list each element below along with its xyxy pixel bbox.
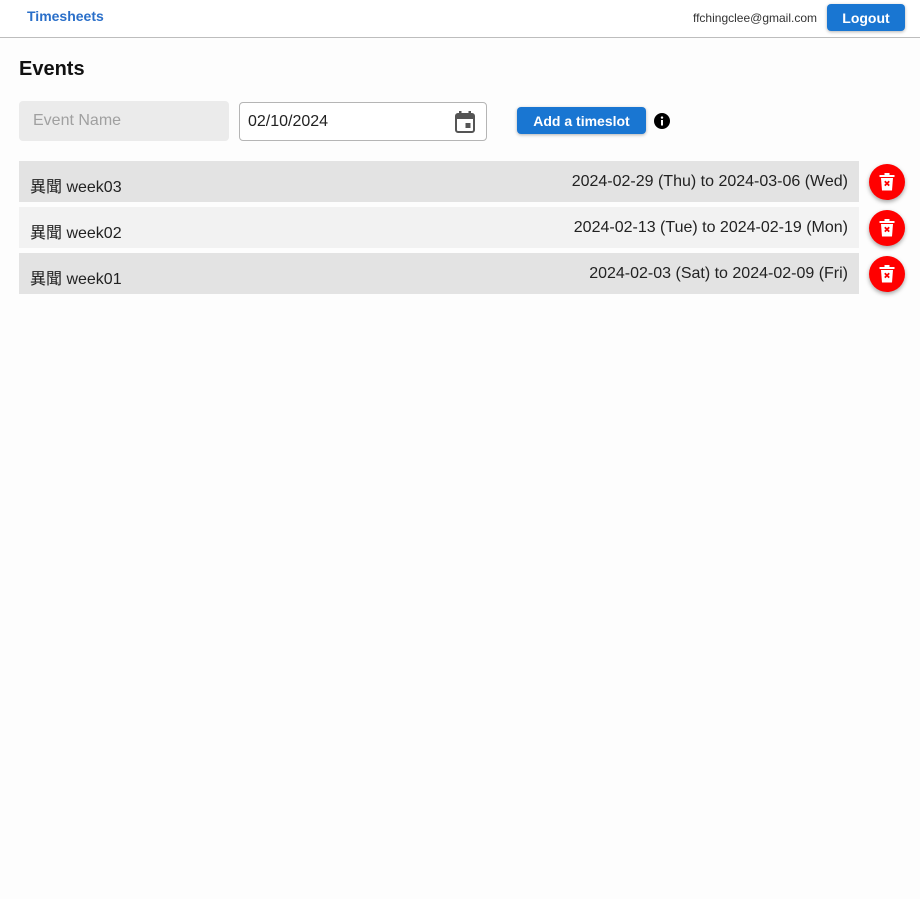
page-title: Events (19, 58, 85, 80)
date-value[interactable]: 02/10/2024 (248, 113, 328, 131)
trash-icon (879, 219, 895, 237)
list-item[interactable]: 異聞 week01 2024-02-03 (Sat) to 2024-02-09… (19, 253, 859, 294)
trash-icon (879, 265, 895, 283)
event-date-range: 2024-02-03 (Sat) to 2024-02-09 (Fri) (589, 265, 848, 282)
date-field[interactable]: 02/10/2024 (239, 102, 487, 141)
user-email: ffchingclee@gmail.com (692, 11, 817, 25)
add-timeslot-button[interactable]: Add a timeslot (517, 107, 646, 134)
app-title-link[interactable]: Timesheets (27, 8, 104, 24)
event-name-input[interactable] (19, 101, 229, 141)
delete-event-button[interactable] (869, 210, 905, 246)
event-row: 異聞 week03 2024-02-29 (Thu) to 2024-03-06… (19, 161, 905, 202)
list-item[interactable]: 異聞 week03 2024-02-29 (Thu) to 2024-03-06… (19, 161, 859, 202)
calendar-icon[interactable] (455, 111, 475, 133)
event-date-range: 2024-02-13 (Tue) to 2024-02-19 (Mon) (573, 219, 848, 236)
delete-event-button[interactable] (869, 164, 905, 200)
event-row: 異聞 week01 2024-02-03 (Sat) to 2024-02-09… (19, 253, 905, 294)
delete-event-button[interactable] (869, 256, 905, 292)
event-name: 異聞 week03 (30, 179, 122, 196)
trash-icon (879, 173, 895, 191)
event-list: 異聞 week03 2024-02-29 (Thu) to 2024-03-06… (19, 161, 905, 299)
logout-button[interactable]: Logout (827, 4, 905, 31)
event-date-range: 2024-02-29 (Thu) to 2024-03-06 (Wed) (571, 173, 848, 190)
list-item[interactable]: 異聞 week02 2024-02-13 (Tue) to 2024-02-19… (19, 207, 859, 248)
event-name: 異聞 week01 (30, 271, 122, 288)
top-navbar: Timesheets ffchingclee@gmail.com Logout (0, 0, 920, 38)
event-row: 異聞 week02 2024-02-13 (Tue) to 2024-02-19… (19, 207, 905, 248)
info-icon[interactable] (654, 113, 670, 129)
event-name: 異聞 week02 (30, 225, 122, 242)
